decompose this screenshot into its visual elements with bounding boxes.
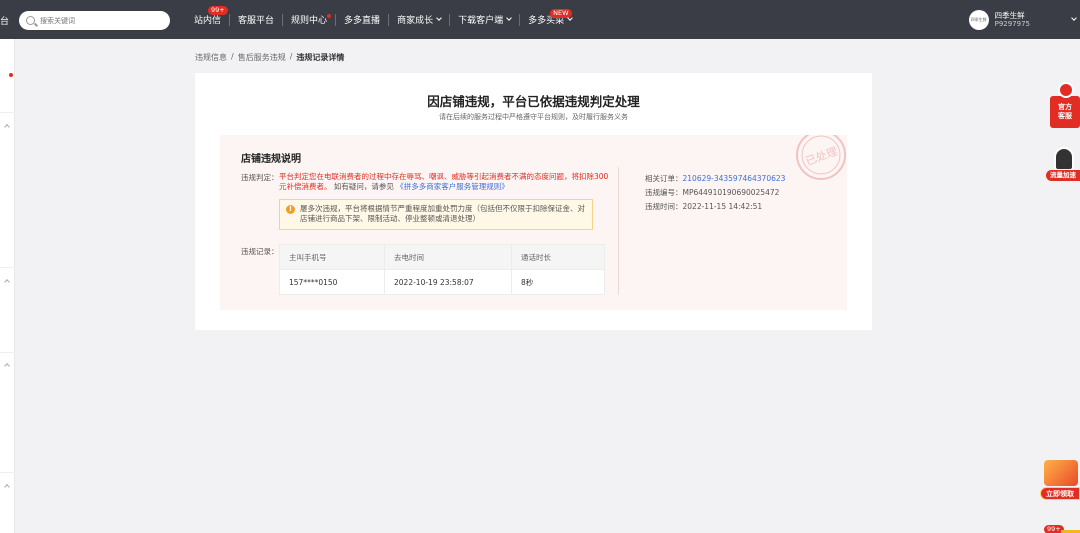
column-header: 通话时长	[511, 244, 605, 270]
chevron-up-icon[interactable]	[4, 363, 10, 369]
breadcrumb-item-current: 违规记录详情	[296, 53, 345, 62]
call-time-cell: 2022-10-19 23:58:07	[384, 269, 512, 295]
call-duration-cell: 8秒	[511, 269, 605, 295]
column-header: 去电时间	[384, 244, 512, 270]
violation-time-row: 违规时间：2022-11-15 14:42:51	[645, 201, 762, 212]
message-float-widget[interactable]: 99+	[1044, 525, 1080, 533]
claim-now-label: 立即领取	[1040, 487, 1080, 500]
search-input[interactable]	[40, 16, 160, 25]
chevron-down-icon	[567, 15, 573, 21]
logo-text-fragment: 台	[0, 17, 10, 27]
violation-time-label: 违规时间：	[645, 202, 683, 211]
breadcrumb-separator: /	[231, 52, 234, 61]
sidebar-divider	[0, 267, 15, 268]
nav-label: 客服平台	[238, 16, 275, 26]
violation-number-label: 违规编号：	[645, 188, 683, 197]
warning-notice: ! 屡多次违规，平台将根据情节严重程度加重处罚力度（包括但不仅限于扣除保证金、对…	[279, 199, 593, 230]
gift-icon	[1044, 460, 1078, 486]
nav-item-download-client[interactable]: 下载客户端	[450, 0, 519, 39]
nav-item-rules-center[interactable]: 规则中心	[283, 0, 335, 39]
user-menu[interactable]: 四季生鲜 四季生鲜 P9297975	[968, 0, 1080, 39]
nav-item-duoduo-grocery[interactable]: 多多买菜 NEW	[520, 0, 580, 39]
violation-detail-card: 因店铺违规，平台已依据违规判定处理 请在后续的服务过程中严格遵守平台规则，及时履…	[195, 73, 872, 330]
processed-stamp-icon: 已处理	[796, 135, 846, 180]
traffic-boost-label: 流量加速	[1046, 170, 1080, 181]
page-subtitle: 请在后续的服务过程中严格遵守平台规则，及时履行服务义务	[439, 113, 628, 121]
panel-title: 店铺违规说明	[241, 154, 301, 165]
chevron-up-icon[interactable]	[4, 279, 10, 285]
user-info: 四季生鲜 P9297975	[995, 11, 1030, 28]
table-header-row: 主叫手机号 去电时间 通话时长	[279, 244, 605, 270]
nav-label: 商家成长	[397, 16, 434, 26]
judgement-text: 平台判定您在电联消费者的过程中存在辱骂、嘲讽、威胁等引起消费者不满的态度问题，将…	[279, 172, 609, 192]
caller-phone-cell: 157****0150	[279, 269, 385, 295]
top-navbar: 台 站内信 99+ 客服平台 规则中心 多多直播 商家成长 下载客户端	[0, 0, 1080, 39]
search-icon	[26, 16, 35, 25]
nav-item-live[interactable]: 多多直播	[336, 0, 388, 39]
panel-vertical-divider	[618, 167, 619, 295]
rules-link[interactable]: 《拼多多商家客户服务管理规则》	[396, 182, 509, 191]
user-name: 四季生鲜	[994, 11, 1025, 20]
mascot-icon	[1058, 82, 1074, 98]
sidebar-divider	[0, 352, 15, 353]
page-title: 因店铺违规，平台已依据违规判定处理	[427, 94, 640, 109]
chevron-up-icon[interactable]	[4, 124, 10, 130]
related-order-label: 相关订单：	[645, 174, 683, 183]
violation-number-value: MP644910190690025472	[682, 188, 780, 197]
violation-record-table: 主叫手机号 去电时间 通话时长 157****0150 2022-10-19 2…	[279, 244, 605, 295]
nav-label: 下载客户端	[458, 16, 504, 26]
claim-now-widget[interactable]: 立即领取	[1040, 460, 1080, 502]
nav-item-messages[interactable]: 站内信 99+	[186, 0, 229, 39]
official-service-line1: 官方	[1058, 103, 1072, 111]
user-id: P9297975	[994, 20, 1030, 28]
judgement-label: 违规判定：	[241, 173, 279, 182]
sidebar-divider	[0, 112, 15, 113]
sidebar-divider	[0, 472, 15, 473]
search-box[interactable]	[19, 11, 170, 30]
breadcrumb-separator: /	[289, 52, 293, 61]
stamp-text: 已处理	[804, 145, 839, 169]
violation-number-row: 违规编号：MP644910190690025472	[645, 187, 779, 198]
nav-item-service-platform[interactable]: 客服平台	[230, 0, 282, 39]
violation-explanation-panel: 店铺违规说明 违规判定： 平台判定您在电联消费者的过程中存在辱骂、嘲讽、威胁等引…	[220, 135, 847, 310]
traffic-boost-widget[interactable]: 流量加速	[1046, 147, 1080, 183]
nav-label: 多多直播	[344, 16, 381, 26]
astronaut-icon	[1054, 147, 1074, 171]
violation-time-value: 2022-11-15 14:42:51	[682, 202, 763, 211]
warning-icon: !	[286, 205, 295, 214]
chevron-down-icon	[436, 15, 442, 21]
related-order-link[interactable]: 210629-343597464370623	[683, 174, 786, 183]
table-row: 157****0150 2022-10-19 23:58:07 8秒	[279, 269, 605, 295]
notice-text: 屡多次违规，平台将根据情节严重程度加重处罚力度（包括但不仅限于扣除保证金、对店铺…	[300, 204, 585, 223]
left-sidebar-rail	[0, 39, 15, 533]
new-dot-indicator	[327, 14, 332, 18]
chevron-up-icon[interactable]	[4, 484, 10, 490]
message-count-badge: 99+	[208, 6, 228, 15]
column-header: 主叫手机号	[279, 244, 385, 270]
related-order-row: 相关订单：210629-343597464370623	[645, 173, 785, 184]
official-service-label: 官方 客服	[1050, 96, 1080, 128]
main-nav: 站内信 99+ 客服平台 规则中心 多多直播 商家成长 下载客户端 多多买菜 N…	[186, 0, 580, 39]
official-service-line2: 客服	[1058, 112, 1072, 120]
breadcrumb: 违规信息 / 售后服务违规 / 违规记录详情	[195, 52, 344, 63]
nav-item-merchant-growth[interactable]: 商家成长	[389, 0, 449, 39]
judgement-plain-text: 如有疑问，请参见	[333, 182, 394, 191]
breadcrumb-item-violation-info[interactable]: 违规信息	[195, 52, 227, 63]
chevron-down-icon	[506, 15, 512, 21]
official-service-widget[interactable]: 官方 客服	[1050, 82, 1080, 128]
nav-label: 规则中心	[291, 16, 328, 26]
record-label: 违规记录：	[241, 247, 279, 256]
chevron-down-icon	[1071, 15, 1077, 21]
new-dot-indicator	[9, 73, 13, 77]
avatar: 四季生鲜	[968, 9, 989, 30]
breadcrumb-item-after-sales[interactable]: 售后服务违规	[238, 52, 286, 63]
